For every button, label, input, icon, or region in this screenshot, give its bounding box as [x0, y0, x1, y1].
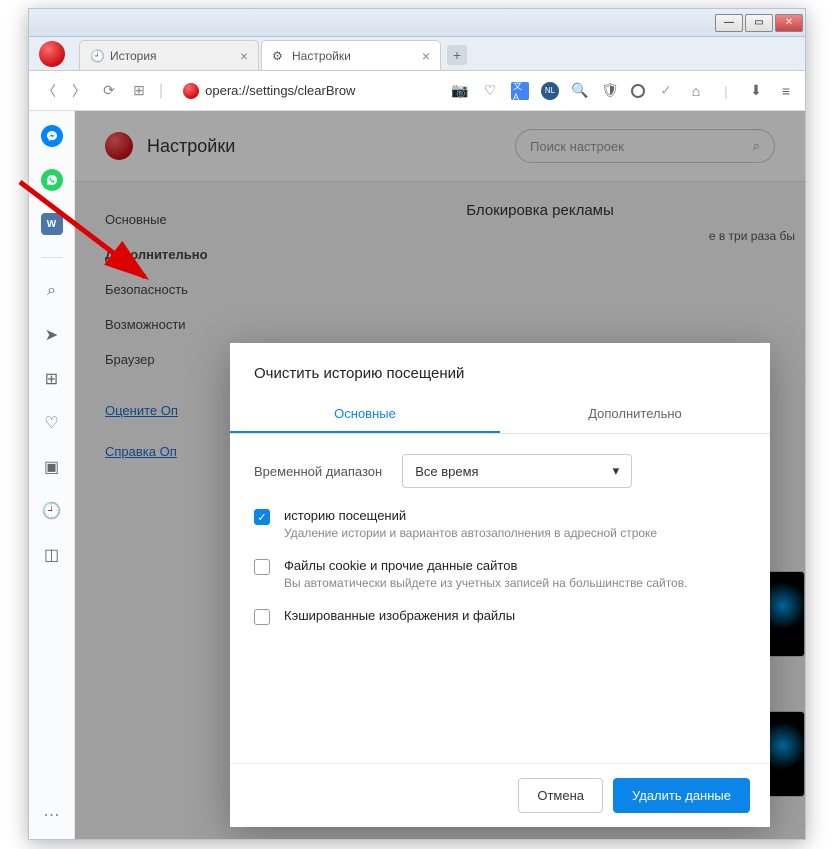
delete-data-button[interactable]: Удалить данные — [613, 778, 750, 813]
zoom-icon[interactable]: 🔍 — [571, 82, 589, 100]
search-icon[interactable]: ⌕ — [41, 280, 63, 302]
modal-body: Временной диапазон Все время ▾ ✓ историю… — [230, 434, 770, 763]
close-tab-icon[interactable]: × — [240, 48, 248, 64]
close-window-button[interactable]: ✕ — [775, 14, 803, 32]
translate-icon[interactable]: 文A — [511, 82, 529, 100]
modal-title: Очистить историю посещений — [230, 343, 770, 396]
clock-icon: 🕘 — [90, 49, 104, 63]
news-icon[interactable]: ▣ — [41, 456, 63, 478]
extension-icon[interactable]: NL — [541, 82, 559, 100]
toolbar-actions: 📷 ♡ 文A NL 🔍 🛡 ✓ ⌂ | ⬇ ≡ — [451, 82, 795, 100]
camera-icon[interactable]: 📷 — [451, 82, 469, 100]
download-icon[interactable]: ⬇ — [747, 82, 765, 100]
back-button[interactable]: 〈 — [39, 81, 59, 101]
option-history[interactable]: ✓ историю посещений Удаление истории и в… — [254, 508, 746, 540]
modal-tabs: Основные Дополнительно — [230, 396, 770, 434]
address-bar[interactable]: opera://settings/clearBrow — [183, 83, 355, 99]
opera-ext-icon[interactable] — [631, 84, 645, 98]
home-icon[interactable]: ⌂ — [687, 82, 705, 100]
clear-history-modal: Очистить историю посещений Основные Допо… — [230, 343, 770, 827]
close-tab-icon[interactable]: × — [422, 48, 430, 64]
heart-icon[interactable]: ♡ — [41, 412, 63, 434]
divider — [42, 257, 62, 258]
tab-settings[interactable]: ⚙ Настройки × — [261, 40, 441, 70]
package-icon[interactable]: ◫ — [41, 544, 63, 566]
main-area: Настройки Поиск настроек ⌕ Основные Допо… — [75, 111, 805, 839]
forward-button[interactable]: 〉 — [69, 81, 89, 101]
option-desc: Удаление истории и вариантов автозаполне… — [284, 526, 657, 540]
modal-tab-advanced[interactable]: Дополнительно — [500, 396, 770, 433]
shield-icon[interactable]: 🛡 — [601, 82, 619, 100]
apps-icon[interactable]: ⊞ — [41, 368, 63, 390]
option-title: Кэшированные изображения и файлы — [284, 608, 515, 623]
checkbox-history[interactable]: ✓ — [254, 509, 270, 525]
reload-button[interactable]: ⟳ — [99, 81, 119, 101]
vk-icon[interactable]: W — [41, 213, 63, 235]
content: W ⌕ ➤ ⊞ ♡ ▣ 🕘 ◫ ⋯ Настройки Поиск настро… — [29, 111, 805, 839]
browser-window: — ▭ ✕ 🕘 История × ⚙ Настройки × + 〈 〉 ⟳ … — [28, 8, 806, 840]
tab-label: Настройки — [292, 49, 351, 63]
separator: | — [717, 82, 735, 100]
speed-dial-icon[interactable]: ⊞ — [129, 81, 149, 101]
url-text: opera://settings/clearBrow — [205, 83, 355, 98]
opera-icon — [183, 83, 199, 99]
messenger-icon[interactable] — [41, 125, 63, 147]
option-cache[interactable]: Кэшированные изображения и файлы — [254, 608, 746, 625]
window-titlebar: — ▭ ✕ — [29, 9, 805, 37]
minimize-button[interactable]: — — [715, 14, 743, 32]
send-icon[interactable]: ➤ — [41, 324, 63, 346]
new-tab-button[interactable]: + — [447, 45, 467, 65]
option-text: историю посещений Удаление истории и вар… — [284, 508, 657, 540]
tab-bar: 🕘 История × ⚙ Настройки × + — [29, 37, 805, 71]
easy-setup-icon[interactable]: ≡ — [777, 82, 795, 100]
checkmark-icon[interactable]: ✓ — [657, 82, 675, 100]
sidebar-rail: W ⌕ ➤ ⊞ ♡ ▣ 🕘 ◫ ⋯ — [29, 111, 75, 839]
whatsapp-icon[interactable] — [41, 169, 63, 191]
range-label: Временной диапазон — [254, 464, 382, 479]
cancel-button[interactable]: Отмена — [518, 778, 603, 813]
more-icon[interactable]: ⋯ — [44, 805, 60, 825]
chevron-down-icon: ▾ — [613, 463, 620, 479]
option-desc: Вы автоматически выйдете из учетных запи… — [284, 576, 687, 590]
time-range-row: Временной диапазон Все время ▾ — [254, 454, 746, 488]
toolbar: 〈 〉 ⟳ ⊞ | opera://settings/clearBrow 📷 ♡… — [29, 71, 805, 111]
option-title: историю посещений — [284, 508, 657, 523]
option-text: Кэшированные изображения и файлы — [284, 608, 515, 625]
modal-footer: Отмена Удалить данные — [230, 763, 770, 827]
tab-history[interactable]: 🕘 История × — [79, 40, 259, 70]
checkbox-cookies[interactable] — [254, 559, 270, 575]
heart-icon[interactable]: ♡ — [481, 82, 499, 100]
separator: | — [159, 82, 163, 100]
opera-menu-icon[interactable] — [39, 41, 65, 67]
time-range-select[interactable]: Все время ▾ — [402, 454, 632, 488]
select-value: Все время — [415, 464, 478, 479]
maximize-button[interactable]: ▭ — [745, 14, 773, 32]
checkbox-cache[interactable] — [254, 609, 270, 625]
history-icon[interactable]: 🕘 — [41, 500, 63, 522]
option-text: Файлы cookie и прочие данные сайтов Вы а… — [284, 558, 687, 590]
option-title: Файлы cookie и прочие данные сайтов — [284, 558, 687, 573]
option-cookies[interactable]: Файлы cookie и прочие данные сайтов Вы а… — [254, 558, 746, 590]
modal-tab-basic[interactable]: Основные — [230, 396, 500, 433]
gear-icon: ⚙ — [272, 49, 286, 63]
tab-label: История — [110, 49, 157, 63]
